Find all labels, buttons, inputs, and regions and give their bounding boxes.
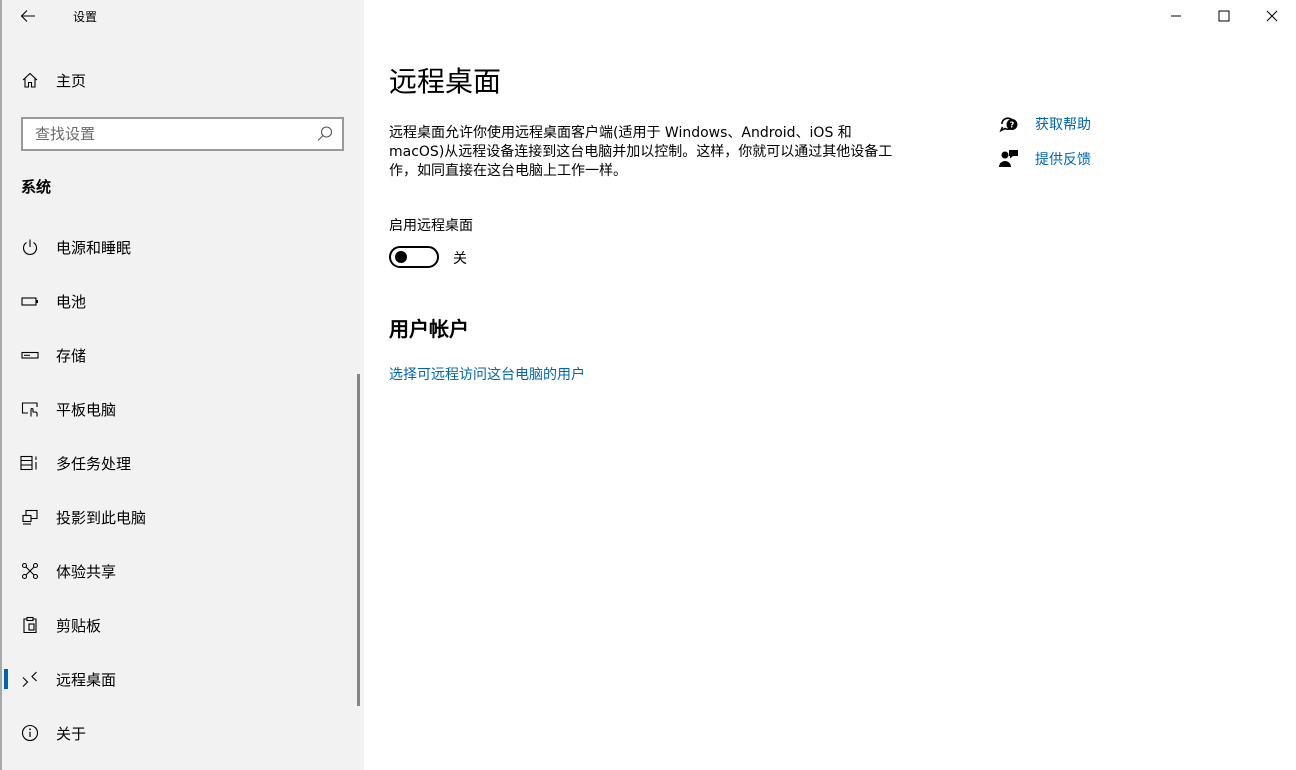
user-accounts-heading: 用户帐户 xyxy=(389,317,469,341)
section-title: 系统 xyxy=(21,178,52,196)
search-box[interactable] xyxy=(21,117,344,151)
sidebar-item-label: 存储 xyxy=(56,346,87,365)
sidebar-item-label: 平板电脑 xyxy=(56,400,117,419)
window-controls xyxy=(1152,0,1296,32)
multitasking-icon xyxy=(20,453,40,473)
back-arrow-icon xyxy=(20,10,35,22)
shared-experiences-icon xyxy=(20,561,40,581)
feedback-icon xyxy=(998,148,1020,170)
app-title: 设置 xyxy=(73,10,98,24)
sidebar-item-shared-experiences[interactable]: 体验共享 xyxy=(0,549,358,593)
close-icon xyxy=(1266,10,1278,22)
remote-desktop-toggle[interactable] xyxy=(389,246,439,268)
sidebar-item-remote-desktop[interactable]: 远程桌面 xyxy=(0,657,358,701)
get-help-link[interactable]: ? 获取帮助 xyxy=(998,113,1091,135)
sidebar-item-label: 剪贴板 xyxy=(56,616,102,635)
tablet-icon xyxy=(20,399,40,419)
sidebar-scrollbar[interactable] xyxy=(357,374,360,706)
svg-text:?: ? xyxy=(1010,121,1015,130)
sidebar-item-home[interactable]: 主页 xyxy=(0,58,360,102)
remote-desktop-icon xyxy=(20,669,40,689)
toggle-knob xyxy=(395,251,407,263)
maximize-button[interactable] xyxy=(1200,0,1248,32)
sidebar-item-label: 主页 xyxy=(56,71,87,90)
projecting-icon xyxy=(20,507,40,527)
clipboard-icon xyxy=(20,615,40,635)
sidebar-item-multitasking[interactable]: 多任务处理 xyxy=(0,441,358,485)
selection-indicator xyxy=(4,669,8,689)
sidebar-item-label: 关于 xyxy=(56,724,87,743)
sidebar-item-power[interactable]: 电源和睡眠 xyxy=(0,225,358,269)
select-users-link[interactable]: 选择可远程访问这台电脑的用户 xyxy=(389,364,585,384)
power-icon xyxy=(20,237,40,257)
sidebar-item-label: 多任务处理 xyxy=(56,454,132,473)
battery-icon xyxy=(20,291,40,311)
back-button[interactable] xyxy=(12,1,44,31)
sidebar-item-projecting[interactable]: 投影到此电脑 xyxy=(0,495,358,539)
close-button[interactable] xyxy=(1248,0,1296,32)
toggle-state-label: 关 xyxy=(453,251,467,267)
get-help-icon: ? xyxy=(998,113,1020,135)
description: 远程桌面允许你使用远程桌面客户端(适用于 Windows、Android、iOS… xyxy=(389,125,893,179)
window-edge xyxy=(0,0,2,770)
page-title: 远程桌面 xyxy=(389,65,502,98)
sidebar-item-label: 电源和睡眠 xyxy=(56,238,132,257)
home-icon xyxy=(20,70,40,90)
info-icon xyxy=(20,723,40,743)
storage-icon xyxy=(20,345,40,365)
minimize-icon xyxy=(1171,15,1181,17)
maximize-icon xyxy=(1218,10,1230,22)
sidebar-item-clipboard[interactable]: 剪贴板 xyxy=(0,603,358,647)
sidebar: 设置 主页 系统 电源和睡眠 xyxy=(0,0,364,770)
sidebar-item-battery[interactable]: 电池 xyxy=(0,279,358,323)
sidebar-item-label: 远程桌面 xyxy=(56,670,117,689)
search-input[interactable] xyxy=(35,124,305,144)
sidebar-item-storage[interactable]: 存储 xyxy=(0,333,358,377)
get-help-label: 获取帮助 xyxy=(1035,117,1091,133)
sidebar-item-about[interactable]: 关于 xyxy=(0,711,358,755)
give-feedback-link[interactable]: 提供反馈 xyxy=(998,148,1091,170)
sidebar-item-label: 电池 xyxy=(56,292,87,311)
give-feedback-label: 提供反馈 xyxy=(1035,152,1091,168)
sidebar-item-tablet[interactable]: 平板电脑 xyxy=(0,387,358,431)
sidebar-item-label: 投影到此电脑 xyxy=(56,508,147,527)
minimize-button[interactable] xyxy=(1152,0,1200,32)
search-icon[interactable] xyxy=(316,125,334,143)
sidebar-item-label: 体验共享 xyxy=(56,562,117,581)
toggle-caption: 启用远程桌面 xyxy=(389,218,473,234)
